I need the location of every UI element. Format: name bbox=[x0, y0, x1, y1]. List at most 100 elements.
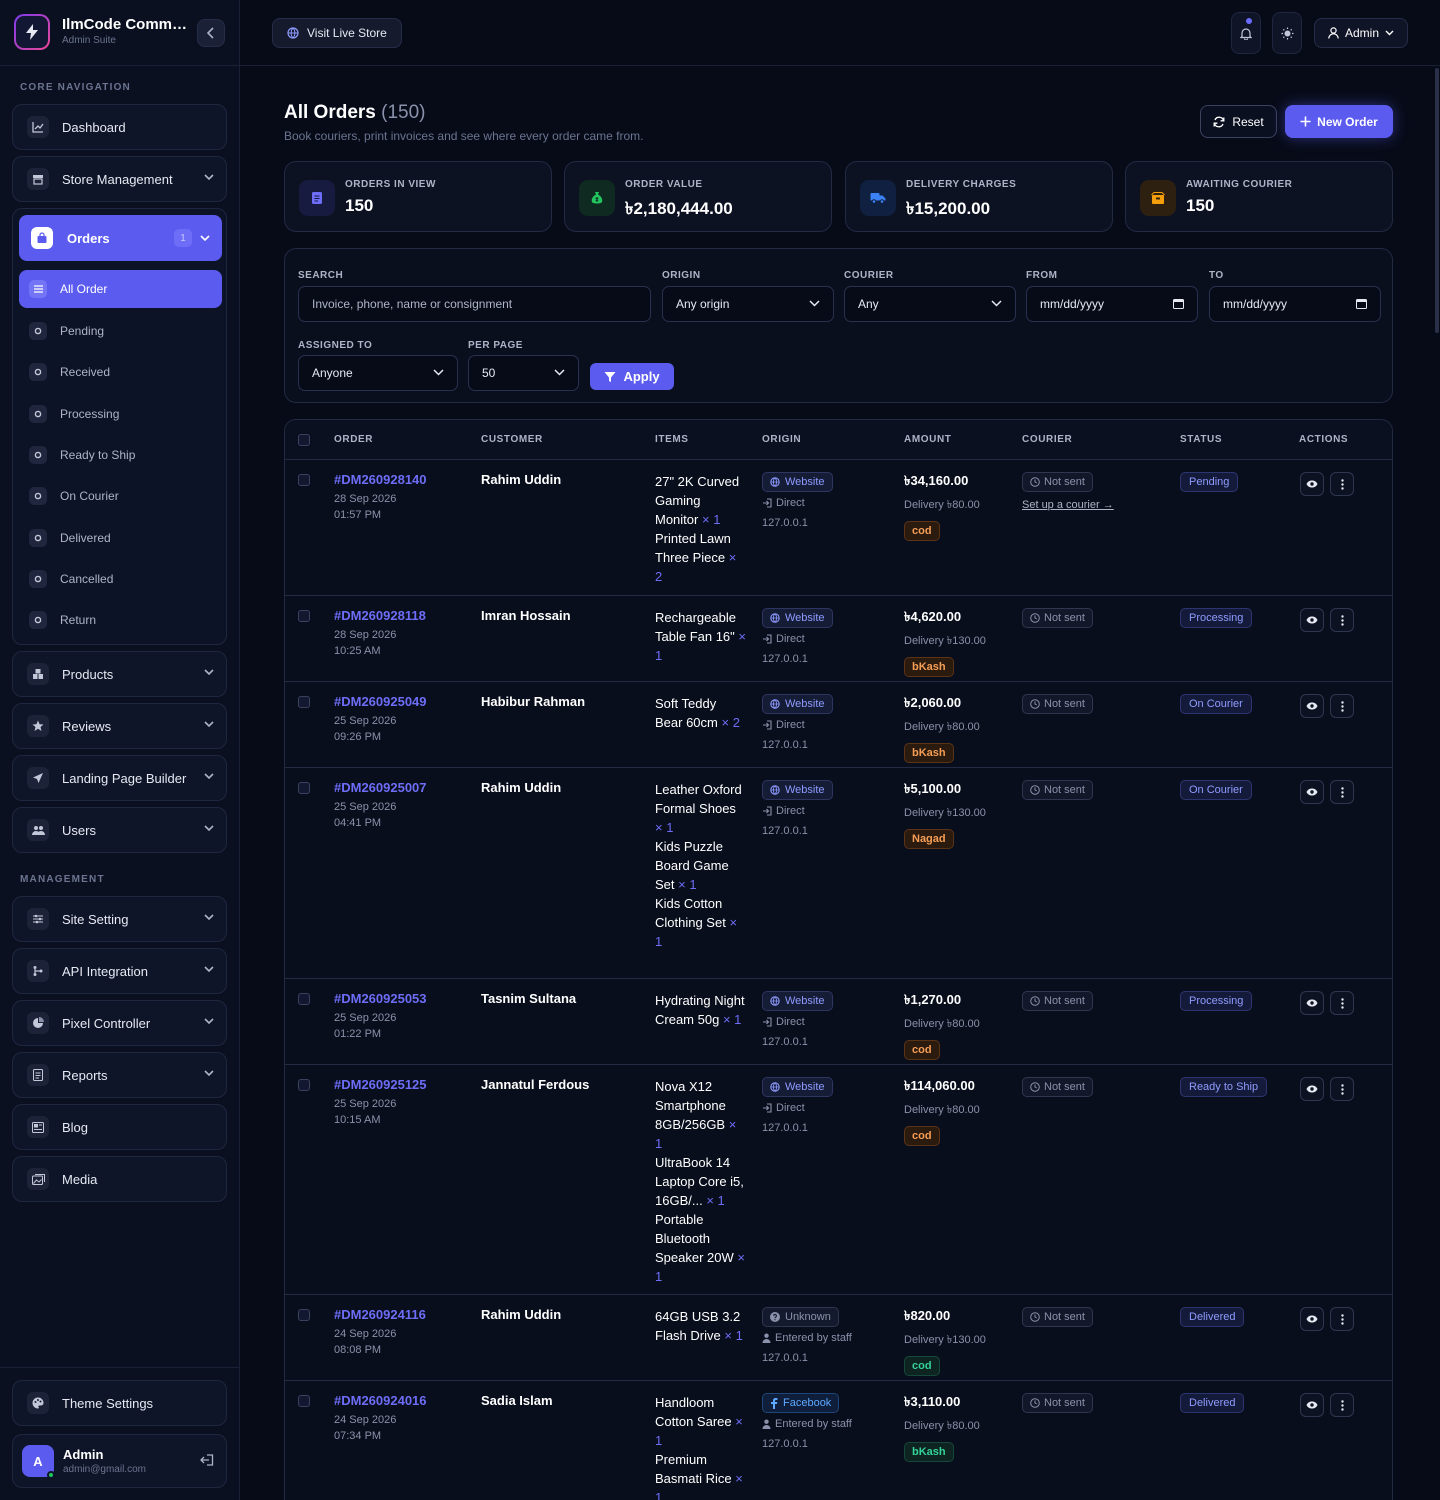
order-item: Nova X12 Smartphone 8GB/256GB × 1 bbox=[655, 1077, 747, 1153]
order-number-link[interactable]: #DM260928140 bbox=[334, 472, 427, 487]
sub-nav-received[interactable]: Received bbox=[19, 353, 222, 391]
order-datetime: 24 Sep 2026 08:08 PM bbox=[334, 1326, 396, 1358]
nav-dashboard[interactable]: Dashboard bbox=[12, 104, 227, 150]
nav-landing-page-builder[interactable]: Landing Page Builder bbox=[12, 755, 227, 801]
nav-blog[interactable]: Blog bbox=[12, 1104, 227, 1150]
clock-icon bbox=[1030, 1082, 1040, 1092]
row-checkbox[interactable] bbox=[298, 1079, 310, 1091]
nav-pixel-controller[interactable]: Pixel Controller bbox=[12, 1000, 227, 1046]
origin-text: Website bbox=[785, 784, 825, 796]
notifications-button[interactable] bbox=[1231, 12, 1261, 54]
collapse-sidebar-button[interactable] bbox=[197, 19, 225, 47]
courier-status-badge: Not sent bbox=[1022, 1077, 1093, 1097]
sub-nav-pending[interactable]: Pending bbox=[19, 312, 222, 350]
new-order-button[interactable]: New Order bbox=[1285, 105, 1393, 138]
sub-nav-return[interactable]: Return bbox=[19, 601, 222, 639]
item-name: Portable Bluetooth Speaker 20W bbox=[655, 1212, 734, 1265]
chevron-down-icon bbox=[433, 369, 444, 376]
visit-live-store-button[interactable]: Visit Live Store bbox=[272, 18, 402, 48]
view-order-button[interactable] bbox=[1300, 991, 1324, 1015]
row-checkbox[interactable] bbox=[298, 610, 310, 622]
row-checkbox[interactable] bbox=[298, 993, 310, 1005]
origin-text: Facebook bbox=[783, 1397, 832, 1409]
view-order-button[interactable] bbox=[1300, 1077, 1324, 1101]
sub-nav-delivered[interactable]: Delivered bbox=[19, 519, 222, 557]
view-order-button[interactable] bbox=[1300, 472, 1324, 496]
more-actions-button[interactable] bbox=[1330, 780, 1354, 804]
nav-store-management[interactable]: Store Management bbox=[12, 156, 227, 202]
origin-badge: Facebook bbox=[762, 1393, 840, 1413]
page-scrollbar[interactable] bbox=[1435, 68, 1439, 333]
view-order-button[interactable] bbox=[1300, 1307, 1324, 1331]
view-order-button[interactable] bbox=[1300, 1393, 1324, 1417]
chart-line-icon bbox=[27, 116, 49, 138]
origin-badge: Website bbox=[762, 472, 833, 492]
row-checkbox[interactable] bbox=[298, 1309, 310, 1321]
order-number-link[interactable]: #DM260928118 bbox=[334, 608, 426, 623]
more-actions-button[interactable] bbox=[1330, 1307, 1354, 1331]
view-order-button[interactable] bbox=[1300, 780, 1324, 804]
admin-menu-button[interactable]: Admin bbox=[1314, 18, 1408, 48]
more-actions-button[interactable] bbox=[1330, 694, 1354, 718]
nav-media-label: Media bbox=[62, 1171, 98, 1187]
nav-orders[interactable]: Orders 1 bbox=[19, 215, 222, 261]
sub-nav-ready-to-ship[interactable]: Ready to Ship bbox=[19, 436, 222, 474]
sub-nav-on-courier[interactable]: On Courier bbox=[19, 477, 222, 515]
calendar-icon bbox=[1356, 299, 1367, 309]
nav-media[interactable]: Media bbox=[12, 1156, 227, 1202]
sub-nav-label: Received bbox=[60, 365, 111, 379]
logout-button[interactable] bbox=[200, 1454, 214, 1466]
nav-reports[interactable]: Reports bbox=[12, 1052, 227, 1098]
from-date-input[interactable]: mm/dd/yyyy bbox=[1026, 286, 1198, 322]
order-number-link[interactable]: #DM260925125 bbox=[334, 1077, 427, 1092]
origin-select[interactable]: Any origin bbox=[662, 286, 834, 322]
order-number-link[interactable]: #DM260925049 bbox=[334, 694, 427, 709]
search-input[interactable]: Invoice, phone, name or consignment bbox=[298, 286, 651, 322]
more-actions-button[interactable] bbox=[1330, 991, 1354, 1015]
images-icon bbox=[27, 1168, 49, 1190]
item-name: Handloom Cotton Saree bbox=[655, 1395, 732, 1429]
nav-products[interactable]: Products bbox=[12, 651, 227, 697]
nav-reviews[interactable]: Reviews bbox=[12, 703, 227, 749]
order-number-link[interactable]: #DM260924016 bbox=[334, 1393, 427, 1408]
order-amount: ৳2,060.00 Delivery ৳80.00 bKash bbox=[904, 694, 980, 763]
nav-users[interactable]: Users bbox=[12, 807, 227, 853]
table-row: #DM260925007 25 Sep 2026 04:41 PM Rahim Udd… bbox=[285, 768, 1392, 979]
more-actions-button[interactable] bbox=[1330, 472, 1354, 496]
apply-filters-button[interactable]: Apply bbox=[590, 363, 674, 390]
assigned-to-select[interactable]: Anyone bbox=[298, 355, 458, 391]
row-checkbox[interactable] bbox=[298, 696, 310, 708]
row-checkbox[interactable] bbox=[298, 1395, 310, 1407]
origin-badge: Website bbox=[762, 1077, 833, 1097]
sub-nav-processing[interactable]: Processing bbox=[19, 395, 222, 433]
reset-button[interactable]: Reset bbox=[1200, 105, 1277, 138]
more-actions-button[interactable] bbox=[1330, 1393, 1354, 1417]
to-label: TO bbox=[1209, 270, 1224, 281]
nav-theme-settings[interactable]: Theme Settings bbox=[12, 1380, 227, 1426]
nav-api-integration[interactable]: API Integration bbox=[12, 948, 227, 994]
nav-site-setting[interactable]: Site Setting bbox=[12, 896, 227, 942]
sub-nav-all-order[interactable]: All Order bbox=[19, 270, 222, 308]
more-actions-button[interactable] bbox=[1330, 1077, 1354, 1101]
profile-name: Admin bbox=[63, 1447, 104, 1462]
order-number-link[interactable]: #DM260925053 bbox=[334, 991, 427, 1006]
brand-name: IlmCode Commerce bbox=[62, 16, 194, 33]
view-order-button[interactable] bbox=[1300, 608, 1324, 632]
theme-toggle-button[interactable] bbox=[1272, 12, 1302, 54]
courier-select[interactable]: Any bbox=[844, 286, 1016, 322]
more-actions-button[interactable] bbox=[1330, 608, 1354, 632]
per-page-select[interactable]: 50 bbox=[468, 355, 579, 391]
row-checkbox[interactable] bbox=[298, 782, 310, 794]
courier-status-badge: Not sent bbox=[1022, 991, 1093, 1011]
more-vertical-icon bbox=[1340, 1083, 1344, 1095]
payment-method-badge: bKash bbox=[904, 657, 954, 677]
select-all-checkbox[interactable] bbox=[298, 434, 310, 446]
to-date-input[interactable]: mm/dd/yyyy bbox=[1209, 286, 1381, 322]
branch-icon bbox=[27, 960, 49, 982]
order-number-link[interactable]: #DM260924116 bbox=[334, 1307, 426, 1322]
setup-courier-link[interactable]: Set up a courier → bbox=[1022, 499, 1114, 511]
view-order-button[interactable] bbox=[1300, 694, 1324, 718]
sub-nav-cancelled[interactable]: Cancelled bbox=[19, 560, 222, 598]
row-checkbox[interactable] bbox=[298, 474, 310, 486]
order-number-link[interactable]: #DM260925007 bbox=[334, 780, 427, 795]
